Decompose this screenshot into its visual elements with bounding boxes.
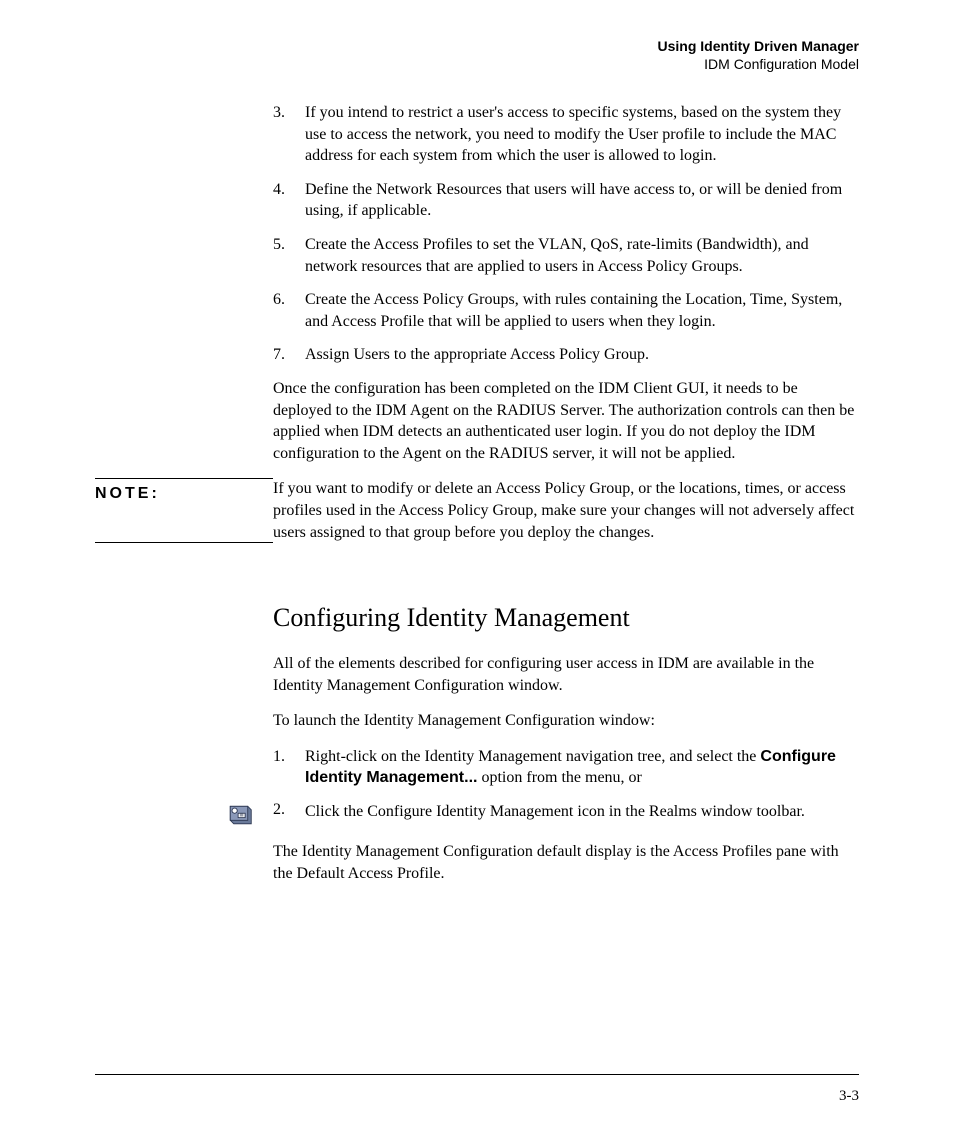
paragraph: The Identity Management Configuration de… <box>273 841 859 884</box>
list-item: 7. Assign Users to the appropriate Acces… <box>273 344 859 366</box>
note-label: NOTE: <box>95 485 160 502</box>
list-number: 4. <box>273 179 305 222</box>
page: Using Identity Driven Manager IDM Config… <box>0 0 954 1145</box>
icon-cell <box>95 801 273 829</box>
list-text: Create the Access Policy Groups, with ru… <box>305 289 859 332</box>
paragraph: Once the configuration has been complete… <box>273 378 859 464</box>
page-number: 3-3 <box>839 1088 859 1105</box>
list-number: 3. <box>273 102 305 167</box>
list-item: 3. If you intend to restrict a user's ac… <box>273 102 859 167</box>
list-text-post: option from the menu, or <box>477 769 641 786</box>
body-column: The Identity Management Configuration de… <box>273 841 859 884</box>
section-heading: Configuring Identity Management <box>273 603 859 633</box>
list-text: Click the Configure Identity Management … <box>305 801 859 829</box>
list-text: If you intend to restrict a user's acces… <box>305 102 859 167</box>
list-number: 2. <box>273 801 305 829</box>
header-subtitle: IDM Configuration Model <box>95 56 859 72</box>
paragraph: To launch the Identity Management Config… <box>273 710 859 732</box>
list-number: 5. <box>273 234 305 277</box>
list-number: 7. <box>273 344 305 366</box>
body-column: Configuring Identity Management All of t… <box>273 603 859 789</box>
note-text: If you want to modify or delete an Acces… <box>273 478 859 543</box>
list-text: Assign Users to the appropriate Access P… <box>305 344 859 366</box>
running-header: Using Identity Driven Manager IDM Config… <box>95 38 859 72</box>
icon-list-row: 2. Click the Configure Identity Manageme… <box>95 801 859 829</box>
list-text-pre: Right-click on the Identity Management n… <box>305 748 760 765</box>
list-item: 6. Create the Access Policy Groups, with… <box>273 289 859 332</box>
configure-identity-management-icon <box>225 801 253 829</box>
footer-rule <box>95 1074 859 1075</box>
list-item: 5. Create the Access Profiles to set the… <box>273 234 859 277</box>
list-number: 6. <box>273 289 305 332</box>
note-block: NOTE: If you want to modify or delete an… <box>95 478 859 543</box>
list-item: 4. Define the Network Resources that use… <box>273 179 859 222</box>
list-text: Right-click on the Identity Management n… <box>305 746 859 789</box>
header-title: Using Identity Driven Manager <box>95 38 859 54</box>
paragraph: All of the elements described for config… <box>273 653 859 696</box>
list-item: 1. Right-click on the Identity Managemen… <box>273 746 859 789</box>
list-text: Create the Access Profiles to set the VL… <box>305 234 859 277</box>
body-column: 3. If you intend to restrict a user's ac… <box>273 102 859 464</box>
list-number: 1. <box>273 746 305 789</box>
note-label-wrap: NOTE: <box>95 478 273 543</box>
list-text: Define the Network Resources that users … <box>305 179 859 222</box>
